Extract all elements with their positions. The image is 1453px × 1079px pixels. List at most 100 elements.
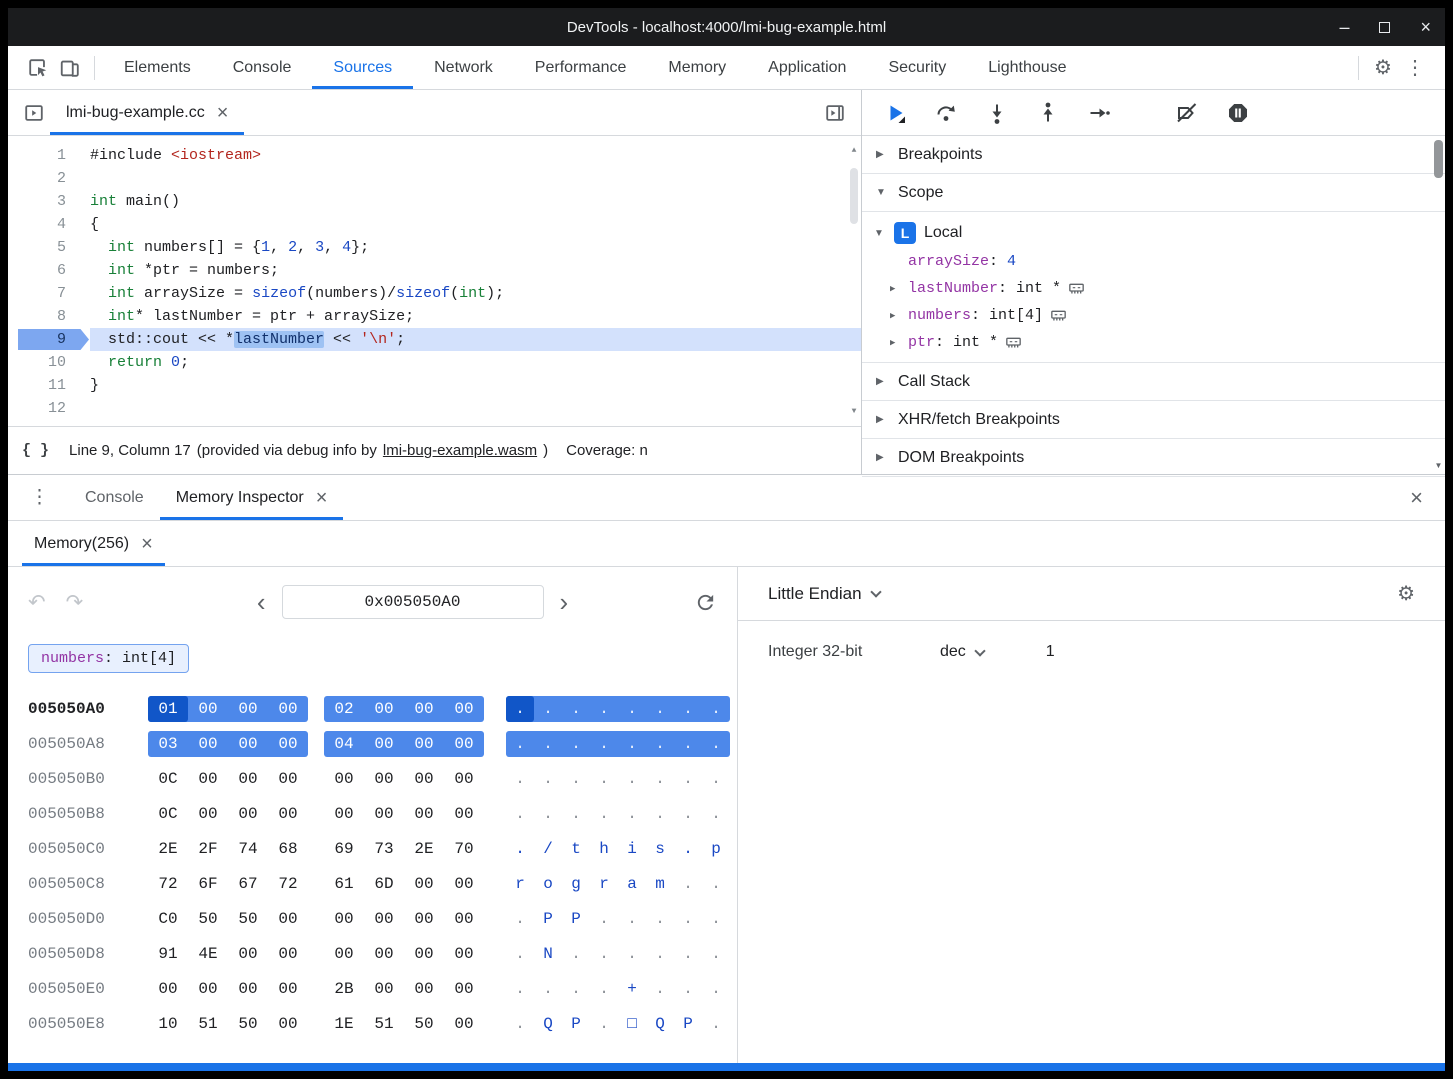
close-tab-icon[interactable]: × (141, 534, 153, 554)
memory-inspector-icon[interactable] (1005, 335, 1022, 350)
memory-byte[interactable]: 00 (404, 871, 444, 897)
endianness-select[interactable]: Little Endian (768, 584, 880, 604)
ascii-char[interactable]: m (646, 871, 674, 897)
memory-byte[interactable]: 73 (364, 836, 404, 862)
tab-console[interactable]: Console (212, 46, 313, 89)
tab-console[interactable]: Console (69, 475, 160, 520)
ascii-char[interactable]: . (646, 696, 674, 722)
code-line[interactable] (90, 167, 861, 190)
ascii-char[interactable]: . (506, 906, 534, 932)
memory-byte[interactable]: 10 (148, 1011, 188, 1037)
memory-byte[interactable]: 70 (444, 836, 484, 862)
memory-byte[interactable]: 00 (324, 766, 364, 792)
toggle-navigator-icon[interactable] (18, 97, 50, 129)
memory-byte[interactable]: 00 (228, 801, 268, 827)
memory-byte[interactable]: 00 (188, 731, 228, 757)
ascii-char[interactable]: . (506, 976, 534, 1002)
tab-lighthouse[interactable]: Lighthouse (967, 46, 1087, 89)
section-dom-breakpoints[interactable]: ▶ DOM Breakpoints (862, 439, 1445, 477)
ascii-char[interactable]: . (674, 766, 702, 792)
sidebar-scrollbar[interactable]: ▼ (1433, 138, 1444, 470)
memory-byte[interactable]: 00 (444, 766, 484, 792)
ascii-char[interactable]: t (562, 836, 590, 862)
tab-application[interactable]: Application (747, 46, 867, 89)
tab-sources[interactable]: Sources (312, 46, 413, 89)
memory-byte[interactable]: 61 (324, 871, 364, 897)
ascii-char[interactable]: . (590, 696, 618, 722)
address-input[interactable] (282, 585, 544, 619)
memory-byte[interactable]: 00 (268, 941, 308, 967)
ascii-char[interactable]: . (562, 801, 590, 827)
tab-memory-256[interactable]: Memory(256) × (22, 521, 165, 566)
memory-byte[interactable]: 00 (268, 766, 308, 792)
memory-byte[interactable]: 2B (324, 976, 364, 1002)
inspect-icon[interactable] (22, 52, 54, 84)
memory-byte[interactable]: 6D (364, 871, 404, 897)
scrollbar-thumb[interactable] (1434, 140, 1443, 178)
memory-byte[interactable]: 02 (324, 696, 364, 722)
ascii-char[interactable]: . (702, 941, 730, 967)
memory-byte[interactable]: 00 (364, 766, 404, 792)
memory-byte[interactable]: 2F (188, 836, 228, 862)
tab-security[interactable]: Security (867, 46, 967, 89)
ascii-char[interactable]: o (534, 871, 562, 897)
ascii-char[interactable]: . (506, 836, 534, 862)
memory-byte[interactable]: 00 (364, 801, 404, 827)
ascii-char[interactable]: . (506, 941, 534, 967)
scope-variable[interactable]: ▶numbers: int[4] (862, 302, 1445, 329)
next-page-icon[interactable]: › (560, 589, 569, 615)
ascii-char[interactable]: . (618, 906, 646, 932)
memory-byte[interactable]: 00 (228, 941, 268, 967)
ascii-char[interactable]: . (646, 941, 674, 967)
close-tab-icon[interactable]: × (316, 488, 328, 508)
ascii-char[interactable]: . (702, 976, 730, 1002)
ascii-char[interactable]: . (646, 766, 674, 792)
memory-byte[interactable]: 74 (228, 836, 268, 862)
code-line[interactable]: std::cout << *lastNumber << '\n'; (90, 328, 861, 351)
ascii-char[interactable]: . (674, 906, 702, 932)
ascii-char[interactable]: □ (618, 1011, 646, 1037)
memory-byte[interactable]: 00 (444, 731, 484, 757)
memory-byte[interactable]: 00 (228, 731, 268, 757)
memory-byte[interactable]: 00 (404, 696, 444, 722)
memory-byte[interactable]: 00 (268, 696, 308, 722)
ascii-char[interactable]: P (562, 1011, 590, 1037)
ascii-char[interactable]: . (618, 731, 646, 757)
settings-gear-icon[interactable]: ⚙ (1367, 52, 1399, 84)
memory-byte[interactable]: 00 (404, 731, 444, 757)
device-toolbar-icon[interactable] (54, 52, 86, 84)
memory-byte[interactable]: 0C (148, 766, 188, 792)
scope-local-row[interactable]: ▼ L Local (862, 218, 1445, 248)
deactivate-breakpoints-icon[interactable] (1174, 100, 1200, 126)
resume-icon[interactable] (882, 100, 908, 126)
ascii-char[interactable]: Q (534, 1011, 562, 1037)
ascii-char[interactable]: . (590, 731, 618, 757)
memory-byte[interactable]: 00 (228, 766, 268, 792)
editor-scrollbar[interactable]: ▲ ▼ (847, 136, 861, 426)
code-line[interactable]: int numbers[] = {1, 2, 3, 4}; (90, 236, 861, 259)
code-line[interactable]: int arraySize = sizeof(numbers)/sizeof(i… (90, 282, 861, 305)
toggle-debugger-sidebar-icon[interactable] (819, 97, 851, 129)
ascii-char[interactable]: . (618, 941, 646, 967)
section-breakpoints[interactable]: ▶ Breakpoints (862, 136, 1445, 174)
scroll-up-icon[interactable]: ▲ (852, 139, 857, 162)
highlight-chip-numbers[interactable]: numbers: int[4] (28, 644, 189, 673)
ascii-char[interactable]: . (674, 976, 702, 1002)
memory-byte[interactable]: 91 (148, 941, 188, 967)
more-menu-icon[interactable]: ⋮ (1399, 52, 1431, 84)
memory-byte[interactable]: 51 (364, 1011, 404, 1037)
ascii-char[interactable]: P (534, 906, 562, 932)
memory-byte[interactable]: 1E (324, 1011, 364, 1037)
memory-byte[interactable]: 00 (444, 696, 484, 722)
memory-byte[interactable]: 00 (188, 696, 228, 722)
ascii-char[interactable]: . (562, 696, 590, 722)
tab-elements[interactable]: Elements (103, 46, 212, 89)
memory-byte[interactable]: 72 (268, 871, 308, 897)
ascii-char[interactable]: . (674, 836, 702, 862)
ascii-char[interactable]: h (590, 836, 618, 862)
ascii-char[interactable]: . (702, 906, 730, 932)
memory-byte[interactable]: 72 (148, 871, 188, 897)
memory-byte[interactable]: 6F (188, 871, 228, 897)
code-line[interactable]: } (90, 374, 861, 397)
memory-byte[interactable]: 00 (404, 976, 444, 1002)
